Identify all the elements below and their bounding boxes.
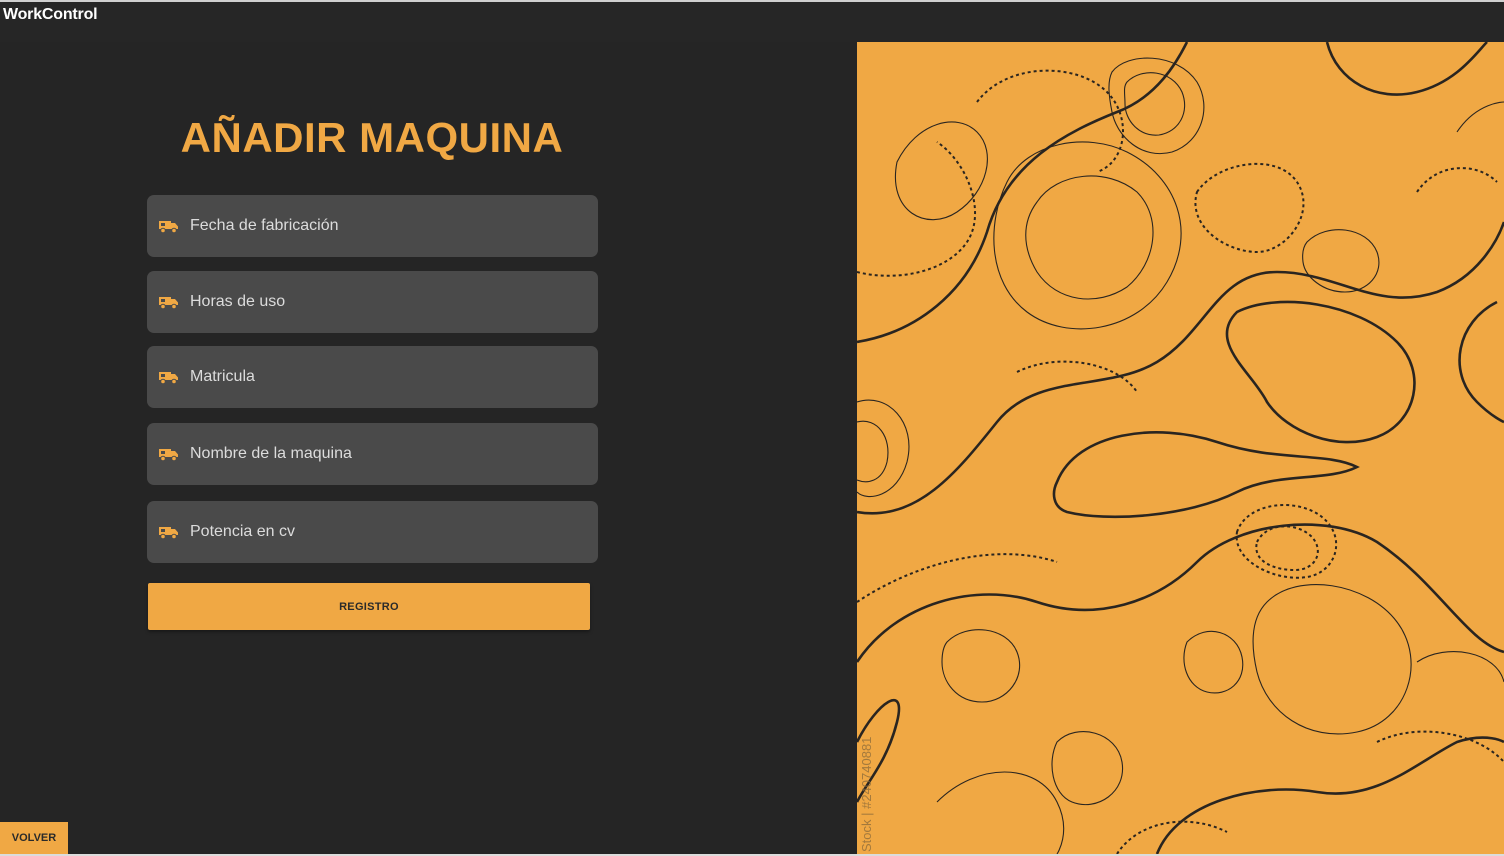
usage-hours-field[interactable]	[147, 271, 598, 333]
usage-hours-input[interactable]	[190, 271, 598, 333]
truck-icon	[157, 446, 179, 462]
stock-watermark: Stock | #240740881	[859, 736, 874, 852]
contour-map-graphic	[857, 42, 1504, 854]
truck-icon	[157, 369, 179, 385]
register-button[interactable]: REGISTRO	[148, 583, 590, 630]
app-title: WorkControl	[3, 6, 98, 23]
truck-icon	[157, 294, 179, 310]
truck-icon	[157, 218, 179, 234]
top-bar: WorkControl	[0, 0, 1504, 42]
back-button[interactable]: VOLVER	[0, 822, 68, 854]
manufacture-date-input[interactable]	[190, 195, 598, 257]
power-hp-input[interactable]	[190, 501, 598, 563]
machine-name-field[interactable]	[147, 423, 598, 485]
machine-name-input[interactable]	[190, 423, 598, 485]
topographic-illustration: Stock | #240740881	[857, 42, 1504, 854]
power-hp-field[interactable]	[147, 501, 598, 563]
app-window: WorkControl AÑADIR MAQUINA Fecha de fabr…	[0, 0, 1504, 856]
license-plate-field[interactable]	[147, 346, 598, 408]
truck-icon	[157, 524, 179, 540]
manufacture-date-field[interactable]	[147, 195, 598, 257]
form-panel: AÑADIR MAQUINA Fecha de fabricación Hora…	[0, 42, 856, 856]
page-title: AÑADIR MAQUINA	[180, 114, 564, 161]
license-plate-input[interactable]	[190, 346, 598, 408]
